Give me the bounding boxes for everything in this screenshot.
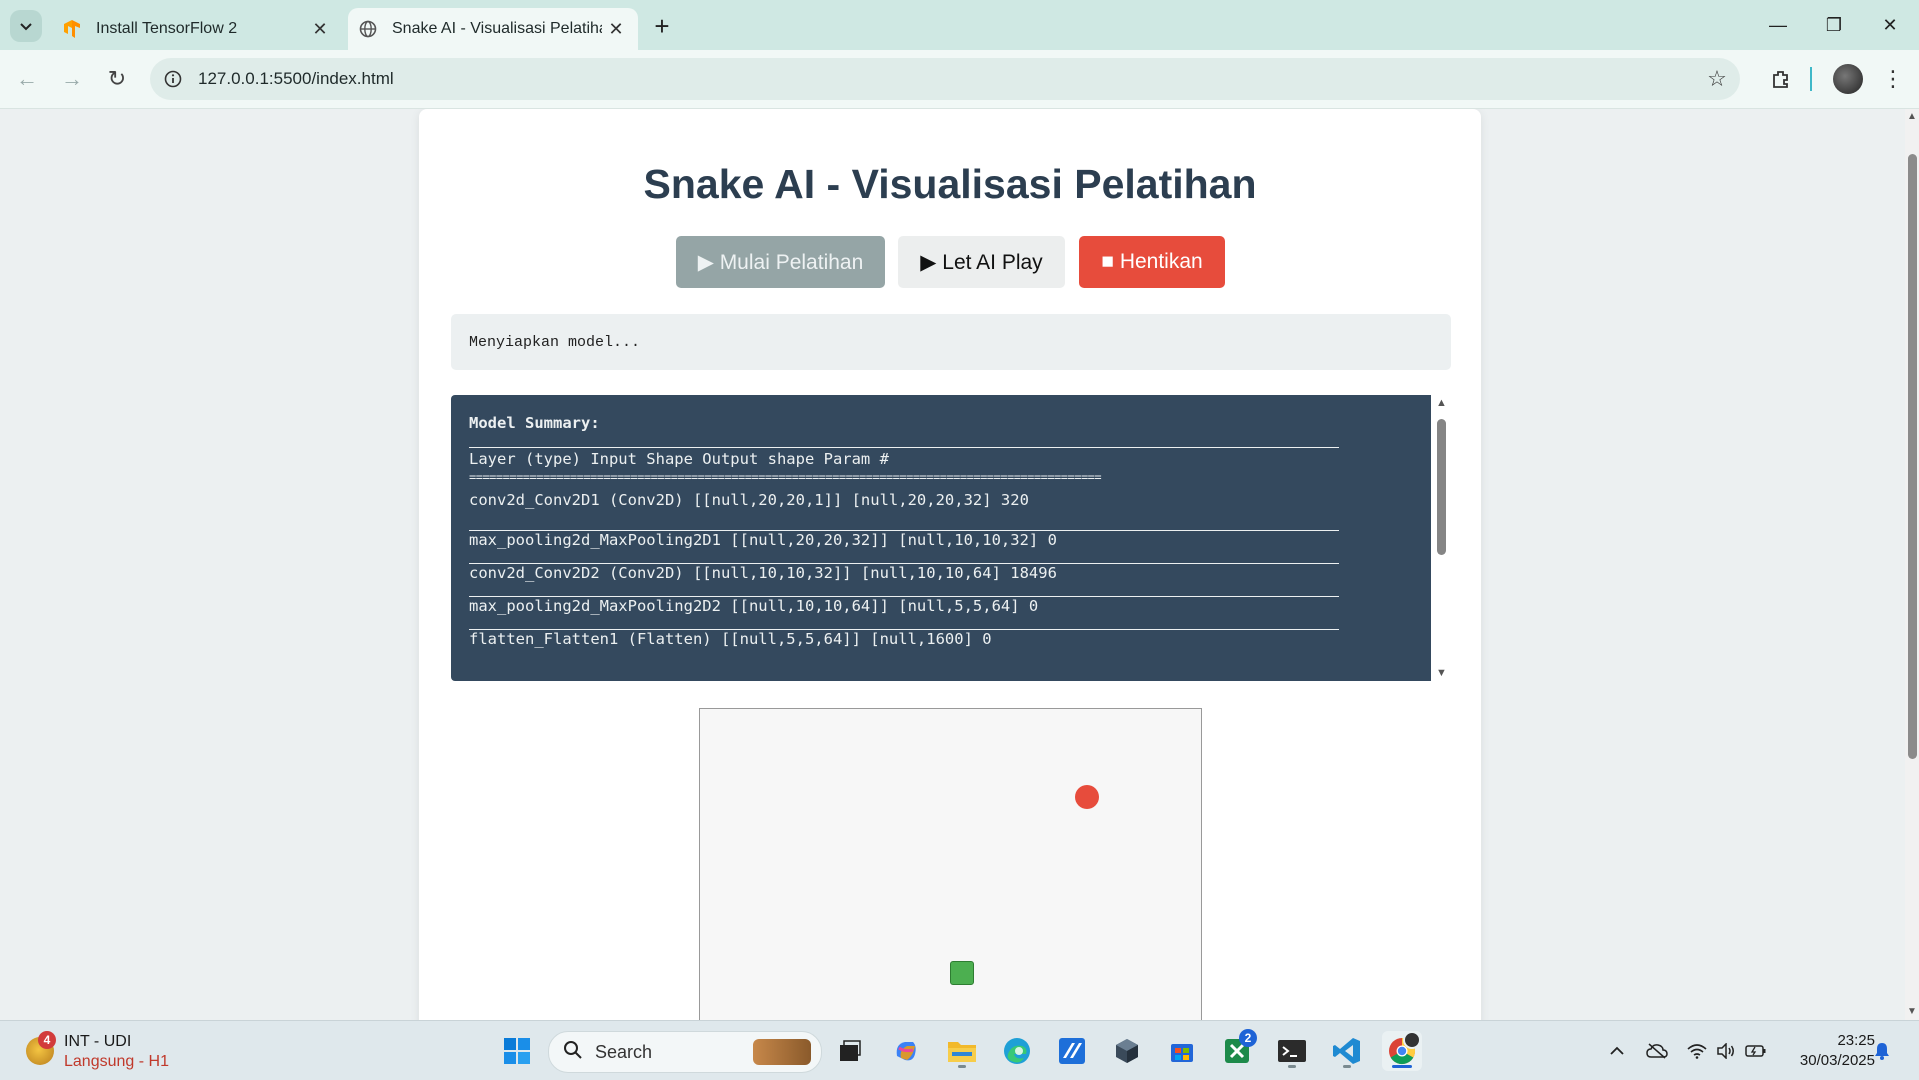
app-badge: 2 bbox=[1239, 1029, 1257, 1047]
weather-line2: Langsung - H1 bbox=[64, 1053, 169, 1070]
page-title: Snake AI - Visualisasi Pelatihan bbox=[643, 161, 1257, 207]
profile-badge bbox=[1403, 1031, 1421, 1049]
main-card: Snake AI - Visualisasi Pelatihan ▶ Mulai… bbox=[419, 109, 1481, 1020]
start-training-button[interactable]: ▶ Mulai Pelatihan bbox=[676, 236, 885, 288]
page-scroll-thumb[interactable] bbox=[1908, 154, 1917, 759]
url-text[interactable]: 127.0.0.1:5500/index.html bbox=[198, 69, 1702, 89]
excel-icon[interactable]: 2 bbox=[1217, 1029, 1257, 1071]
scroll-up-arrow-icon[interactable]: ▲ bbox=[1907, 112, 1917, 122]
tab-bar: Install TensorFlow 2 ✕ Snake AI - Visual… bbox=[0, 0, 1919, 50]
microsoft-store-icon[interactable] bbox=[1162, 1031, 1202, 1071]
game-canvas bbox=[699, 708, 1202, 1020]
clock-date: 30/03/2025 bbox=[1799, 1052, 1875, 1069]
bookmark-star-icon[interactable]: ☆ bbox=[1702, 64, 1732, 94]
tab-title: Install TensorFlow 2 bbox=[96, 20, 238, 37]
search-highlight-image bbox=[753, 1039, 811, 1065]
vscode-icon[interactable] bbox=[1327, 1031, 1367, 1071]
search-placeholder: Search bbox=[595, 1041, 653, 1062]
scroll-down-arrow-icon[interactable]: ▼ bbox=[1436, 667, 1447, 679]
page-scrollbar[interactable]: ▲ ▼ bbox=[1905, 109, 1919, 1020]
page-viewport: Snake AI - Visualisasi Pelatihan ▶ Mulai… bbox=[0, 109, 1905, 1020]
taskbar-search[interactable]: Search bbox=[548, 1031, 822, 1073]
stop-button[interactable]: ■ Hentikan bbox=[1079, 236, 1225, 288]
notification-badge: 4 bbox=[38, 1031, 56, 1049]
summary-row: max_pooling2d_MaxPooling2D2 [[null,10,10… bbox=[469, 596, 1339, 629]
weather-line1: INT - UDI bbox=[64, 1033, 132, 1050]
running-indicator bbox=[958, 1065, 966, 1068]
summary-row: conv2d_Conv2D1 (Conv2D) [[null,20,20,1]]… bbox=[469, 491, 1029, 509]
chevron-down-icon bbox=[20, 23, 32, 31]
active-indicator bbox=[1392, 1065, 1412, 1068]
forward-icon[interactable]: → bbox=[55, 62, 89, 96]
new-tab-button[interactable]: + bbox=[648, 11, 676, 41]
close-icon[interactable]: ✕ bbox=[602, 15, 630, 43]
volume-icon[interactable] bbox=[1714, 1039, 1738, 1063]
show-hidden-icons-icon[interactable] bbox=[1605, 1039, 1629, 1063]
summary-row: flatten_Flatten1 (Flatten) [[null,5,5,64… bbox=[469, 629, 1339, 662]
summary-row: max_pooling2d_MaxPooling2D1 [[null,20,20… bbox=[469, 530, 1339, 563]
terminal-icon[interactable] bbox=[1272, 1031, 1312, 1071]
visual-studio-icon[interactable] bbox=[1052, 1031, 1092, 1071]
globe-icon bbox=[358, 19, 378, 39]
minimize-button[interactable]: — bbox=[1750, 0, 1806, 50]
tensorflow-icon bbox=[62, 19, 82, 39]
extensions-icon[interactable] bbox=[1766, 64, 1796, 94]
summary-header-row: Layer (type) Input Shape Output shape Pa… bbox=[469, 450, 889, 468]
tab-install-tensorflow[interactable]: Install TensorFlow 2 ✕ bbox=[52, 8, 342, 50]
browser-toolbar: ← → ↻ 127.0.0.1:5500/index.html ☆ ⋮ bbox=[0, 50, 1919, 109]
status-text: Menyiapkan model... bbox=[469, 333, 641, 351]
tab-title: Snake AI - Visualisasi Pelatihan bbox=[392, 20, 602, 37]
menu-dots-icon[interactable]: ⋮ bbox=[1878, 64, 1908, 94]
chrome-icon[interactable] bbox=[1382, 1031, 1422, 1071]
battery-icon[interactable] bbox=[1744, 1039, 1768, 1063]
taskbar: 4 INT - UDI Langsung - H1 Search 2 23:25… bbox=[0, 1020, 1919, 1080]
site-info-icon[interactable] bbox=[162, 68, 184, 90]
system-clock[interactable]: 23:25 30/03/2025 bbox=[1785, 1031, 1875, 1071]
back-icon[interactable]: ← bbox=[10, 62, 44, 96]
cube-app-icon[interactable] bbox=[1107, 1031, 1147, 1071]
scroll-up-arrow-icon[interactable]: ▲ bbox=[1436, 397, 1447, 409]
notification-bell-icon[interactable] bbox=[1870, 1039, 1894, 1063]
scroll-down-arrow-icon[interactable]: ▼ bbox=[1907, 1007, 1917, 1017]
reload-icon[interactable]: ↻ bbox=[100, 62, 134, 96]
profile-avatar[interactable] bbox=[1833, 64, 1863, 94]
food-dot bbox=[1075, 785, 1099, 809]
summary-separator: ========================================… bbox=[469, 470, 1102, 484]
tab-snake-ai[interactable]: Snake AI - Visualisasi Pelatihan ✕ bbox=[348, 8, 638, 50]
copilot-icon[interactable] bbox=[886, 1031, 926, 1071]
summary-heading: Model Summary: bbox=[469, 414, 600, 432]
clock-time: 23:25 bbox=[1837, 1032, 1875, 1049]
restore-button[interactable]: ❐ bbox=[1806, 0, 1862, 50]
task-view-icon[interactable] bbox=[830, 1031, 870, 1071]
summary-row: conv2d_Conv2D2 (Conv2D) [[null,10,10,32]… bbox=[469, 563, 1339, 596]
weather-widget[interactable]: 4 INT - UDI Langsung - H1 bbox=[24, 1031, 224, 1071]
toolbar-divider bbox=[1810, 67, 1812, 91]
running-indicator bbox=[1343, 1065, 1351, 1068]
close-window-button[interactable]: ✕ bbox=[1862, 0, 1918, 50]
wifi-icon[interactable] bbox=[1685, 1039, 1709, 1063]
search-icon bbox=[563, 1040, 583, 1065]
edge-icon[interactable] bbox=[997, 1031, 1037, 1071]
onedrive-offline-icon[interactable] bbox=[1645, 1039, 1669, 1063]
model-summary-panel[interactable]: Model Summary: Layer (type) Input Shape … bbox=[451, 395, 1431, 681]
status-box: Menyiapkan model... bbox=[451, 314, 1451, 370]
summary-scroll-thumb[interactable] bbox=[1437, 419, 1446, 555]
snake-head bbox=[950, 961, 974, 985]
windows-start-icon[interactable] bbox=[497, 1031, 537, 1071]
summary-scrollbar[interactable]: ▲ ▼ bbox=[1431, 395, 1451, 681]
close-icon[interactable]: ✕ bbox=[306, 15, 334, 43]
running-indicator bbox=[1288, 1065, 1296, 1068]
file-explorer-icon[interactable] bbox=[942, 1031, 982, 1071]
address-bar[interactable]: 127.0.0.1:5500/index.html ☆ bbox=[150, 58, 1740, 100]
let-ai-play-button[interactable]: ▶ Let AI Play bbox=[898, 236, 1065, 288]
tab-search-button[interactable] bbox=[10, 10, 42, 42]
